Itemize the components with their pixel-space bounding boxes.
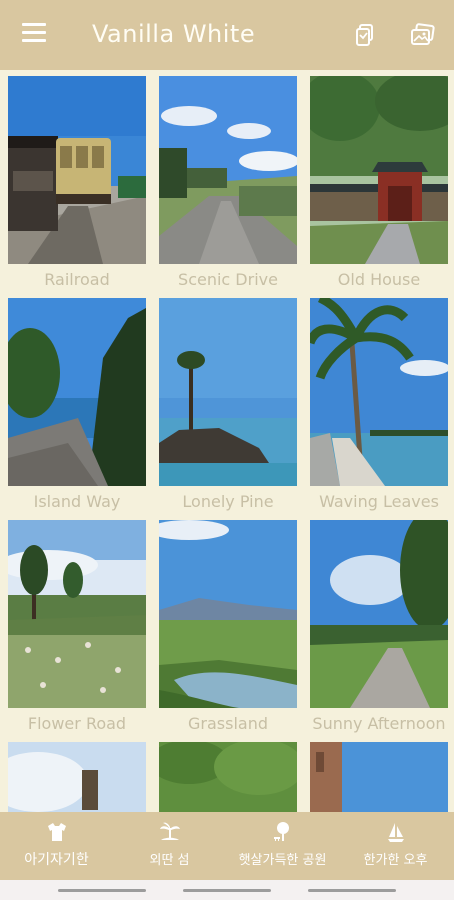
sunny-afternoon-thumbnail: [310, 520, 448, 708]
app-screen: Vanilla White Railroad Scenic Drive Old …: [0, 0, 454, 900]
row4-thumbnail-2: [159, 742, 297, 812]
system-nav-handle[interactable]: [308, 889, 396, 892]
system-navigation-bar: [0, 880, 454, 900]
row4-thumbnail-3: [310, 742, 448, 812]
app-title: Vanilla White: [92, 20, 256, 48]
bottom-navigation: 아기자기한 외딴 섬 햇살가득한 공원 한가한 오후: [0, 812, 454, 880]
island-way-thumbnail: [8, 298, 146, 486]
lonely-pine-thumbnail: [159, 298, 297, 486]
wallpaper-label: Scenic Drive: [178, 270, 278, 289]
waving-leaves-thumbnail: [310, 298, 448, 486]
nav-item-island[interactable]: 외딴 섬: [113, 820, 226, 876]
wallpaper-grid: Railroad Scenic Drive Old House Island W…: [0, 70, 454, 812]
nav-item-afternoon[interactable]: 한가한 오후: [339, 820, 452, 876]
copy-icon[interactable]: [352, 22, 378, 48]
flower-road-thumbnail: [8, 520, 146, 708]
island-icon: [159, 822, 180, 840]
wallpaper-label: Railroad: [44, 270, 110, 289]
row4-thumbnail-1: [8, 742, 146, 812]
hamburger-menu-icon[interactable]: [22, 23, 48, 45]
nav-label: 햇살가득한 공원: [238, 853, 327, 868]
system-nav-handle[interactable]: [183, 889, 271, 892]
top-app-bar: Vanilla White: [0, 0, 454, 70]
wallpaper-label: Island Way: [33, 492, 121, 511]
old-house-thumbnail: [310, 76, 448, 264]
wallpaper-label: Grassland: [188, 714, 268, 733]
nav-label: 한가한 오후: [363, 853, 428, 868]
wallpaper-label: Sunny Afternoon: [312, 714, 446, 733]
clothes-icon: [47, 823, 66, 841]
system-nav-handle[interactable]: [58, 889, 146, 892]
wallpaper-label: Waving Leaves: [319, 492, 439, 511]
wallpaper-label: Flower Road: [27, 714, 127, 733]
wallpaper-label: Old House: [337, 270, 421, 289]
railroad-thumbnail: [8, 76, 146, 264]
wallpaper-label: Lonely Pine: [182, 492, 274, 511]
nav-label: 외딴 섬: [149, 853, 190, 868]
nav-label: 아기자기한: [24, 852, 89, 868]
scenic-drive-thumbnail: [159, 76, 297, 264]
gallery-icon[interactable]: [410, 22, 436, 48]
sailboat-icon: [387, 823, 404, 842]
park-tree-icon: [273, 822, 289, 841]
nav-item-park[interactable]: 햇살가득한 공원: [226, 820, 339, 876]
nav-item-cute[interactable]: 아기자기한: [0, 820, 113, 876]
grassland-thumbnail: [159, 520, 297, 708]
